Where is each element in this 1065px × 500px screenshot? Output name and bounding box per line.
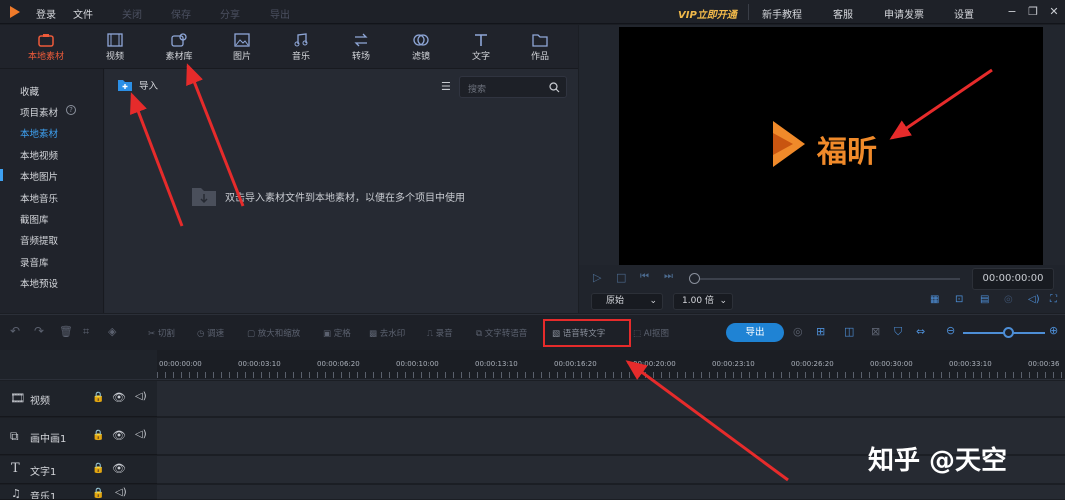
arrow-import: [130, 92, 184, 227]
arrow-speech-to-text: [625, 360, 789, 482]
annotation-arrows: [130, 63, 993, 482]
arrow-library: [186, 63, 245, 207]
arrow-brand: [889, 68, 993, 140]
